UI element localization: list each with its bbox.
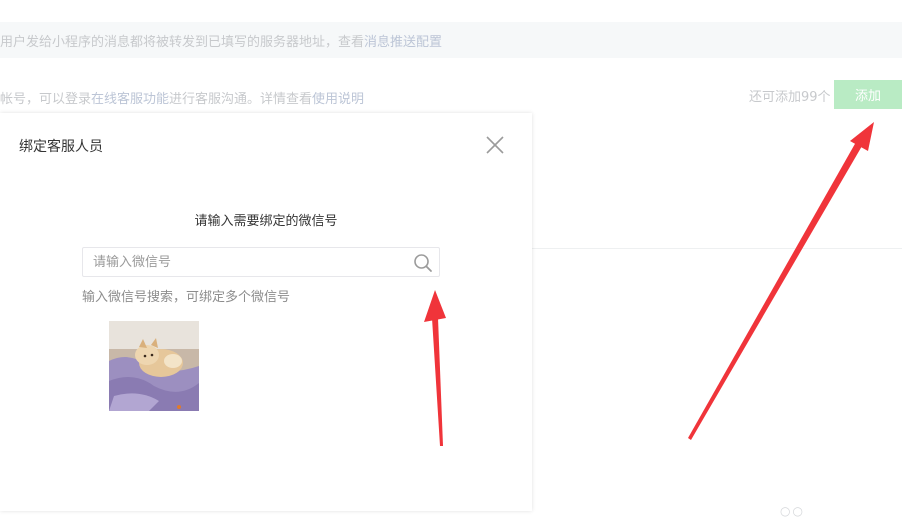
avatar-image [109,321,199,411]
pagination-dots: ○○ [780,504,805,518]
search-box [82,247,440,277]
bind-service-dialog: 绑定客服人员 请输入需要绑定的微信号 输入微信号搜索，可绑定多个微信号 [0,113,532,511]
info-text-2: 进行客服沟通。详情查看 [169,92,313,107]
close-button[interactable] [484,134,506,156]
add-button[interactable]: 添加 [834,80,902,109]
notice-text: 用户发给小程序的消息都将被转发到已填写的服务器地址，查看 [0,35,365,50]
message-push-config-link[interactable]: 消息推送配置 [364,35,442,50]
dialog-prompt: 请输入需要绑定的微信号 [194,214,338,229]
search-hint: 输入微信号搜索，可绑定多个微信号 [82,290,291,305]
dialog-title: 绑定客服人员 [19,139,103,155]
close-icon [486,136,504,154]
user-avatar[interactable] [109,321,199,411]
search-button[interactable] [413,253,433,273]
divider [532,248,902,249]
info-line: 帐号，可以登录在线客服功能进行客服沟通。详情查看使用说明 [0,88,364,107]
search-icon [414,254,432,272]
wechat-id-search-input[interactable] [83,248,413,276]
usage-guide-link[interactable]: 使用说明 [312,92,364,107]
notice-line: 用户发给小程序的消息都将被转发到已填写的服务器地址，查看消息推送配置 [0,31,442,50]
remaining-count: 还可添加99个 [749,90,831,105]
online-service-link[interactable]: 在线客服功能 [91,92,169,107]
info-text-1: 帐号，可以登录 [0,92,92,107]
